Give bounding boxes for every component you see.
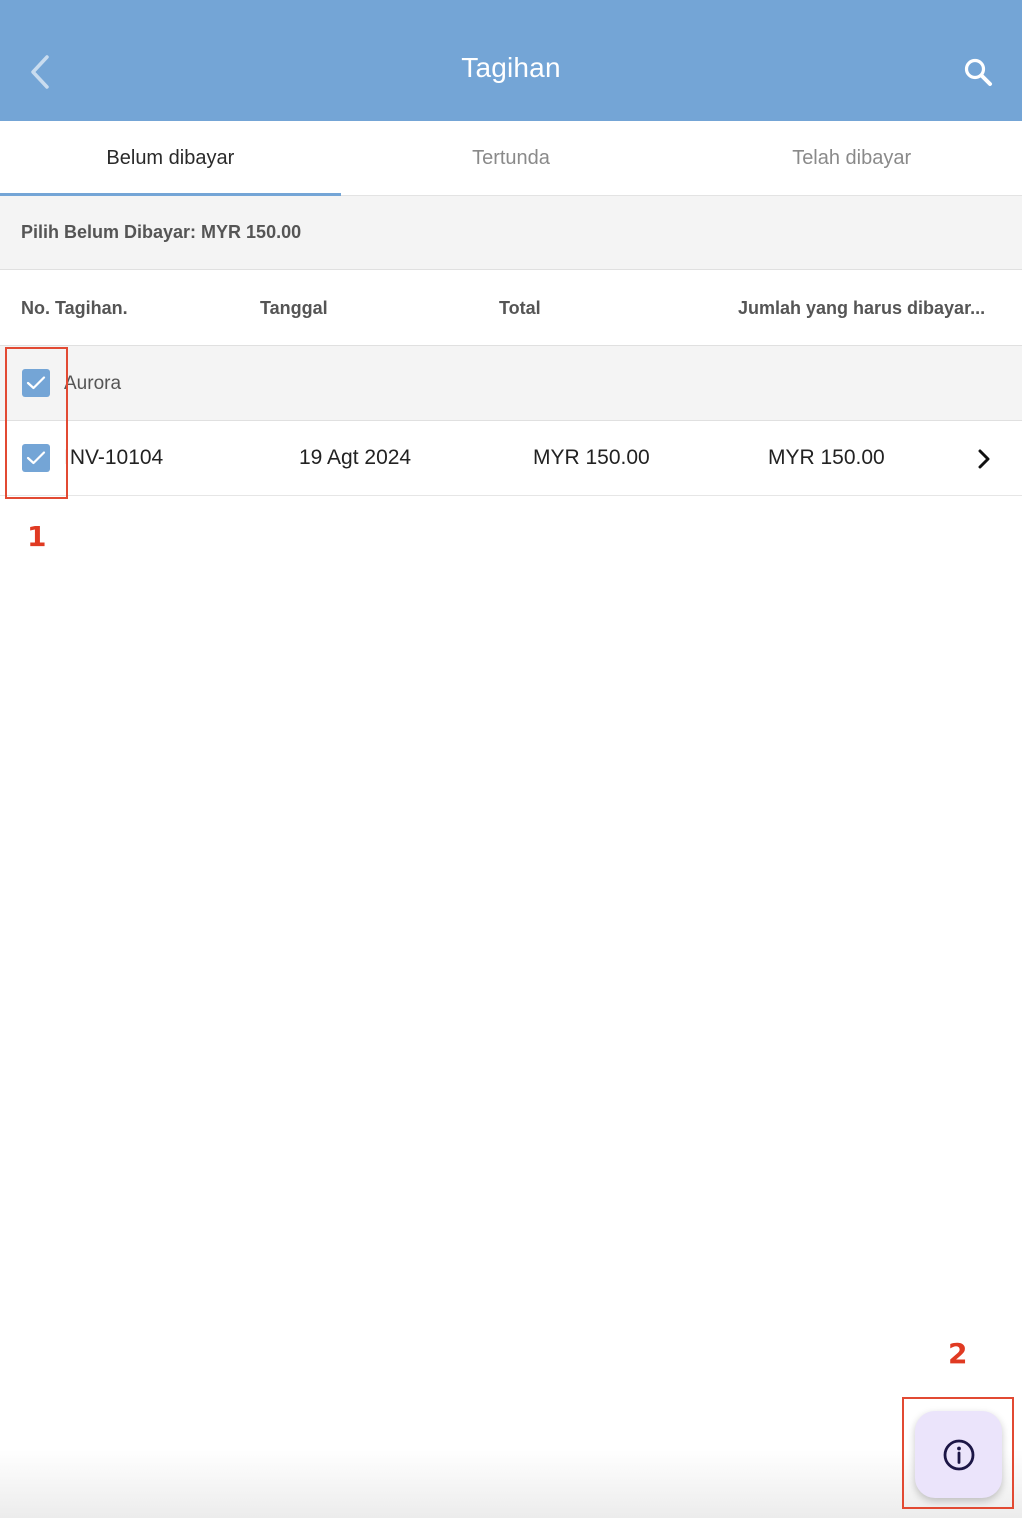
invoice-amount-due: MYR 150.00 bbox=[768, 446, 885, 469]
tab-belum-dibayar[interactable]: Belum dibayar bbox=[0, 121, 341, 196]
search-button[interactable] bbox=[956, 52, 1000, 92]
annotation-box-2 bbox=[902, 1397, 1014, 1509]
summary-text: Pilih Belum Dibayar: MYR 150.00 bbox=[21, 222, 302, 242]
table-header: No. Tagihan. Tanggal Total Jumlah yang h… bbox=[0, 270, 1022, 346]
app-header: Tagihan bbox=[0, 0, 1022, 121]
tab-telah-dibayar[interactable]: Telah dibayar bbox=[681, 121, 1022, 195]
customer-name: Aurora bbox=[64, 373, 122, 394]
column-header-date: Tanggal bbox=[260, 298, 328, 318]
page-title: Tagihan bbox=[461, 52, 561, 83]
table-row[interactable]: INV-10104 19 Agt 2024 MYR 150.00 MYR 150… bbox=[0, 421, 1022, 496]
column-header-amount-due: Jumlah yang harus dibayar... bbox=[738, 298, 986, 318]
customer-group-row: Aurora bbox=[0, 346, 1022, 421]
bottom-shadow bbox=[0, 1450, 1022, 1518]
annotation-marker-2: 2 bbox=[948, 1337, 968, 1370]
search-icon bbox=[964, 58, 992, 86]
chevron-right-icon[interactable] bbox=[972, 445, 996, 473]
invoice-number: INV-10104 bbox=[64, 446, 164, 469]
annotation-marker-1: 1 bbox=[27, 520, 47, 553]
annotation-box-1 bbox=[5, 347, 68, 499]
column-header-total: Total bbox=[499, 298, 541, 318]
selected-unpaid-summary: Pilih Belum Dibayar: MYR 150.00 bbox=[0, 196, 1022, 270]
status-tabs: Belum dibayar Tertunda Telah dibayar bbox=[0, 121, 1022, 196]
invoice-total: MYR 150.00 bbox=[533, 446, 650, 469]
column-header-invoice-no: No. Tagihan. bbox=[21, 298, 128, 318]
invoices-screen: Tagihan Belum dibayar Tertunda Telah dib… bbox=[0, 0, 1022, 1518]
invoice-date: 19 Agt 2024 bbox=[299, 446, 412, 469]
tab-tertunda[interactable]: Tertunda bbox=[341, 121, 682, 195]
